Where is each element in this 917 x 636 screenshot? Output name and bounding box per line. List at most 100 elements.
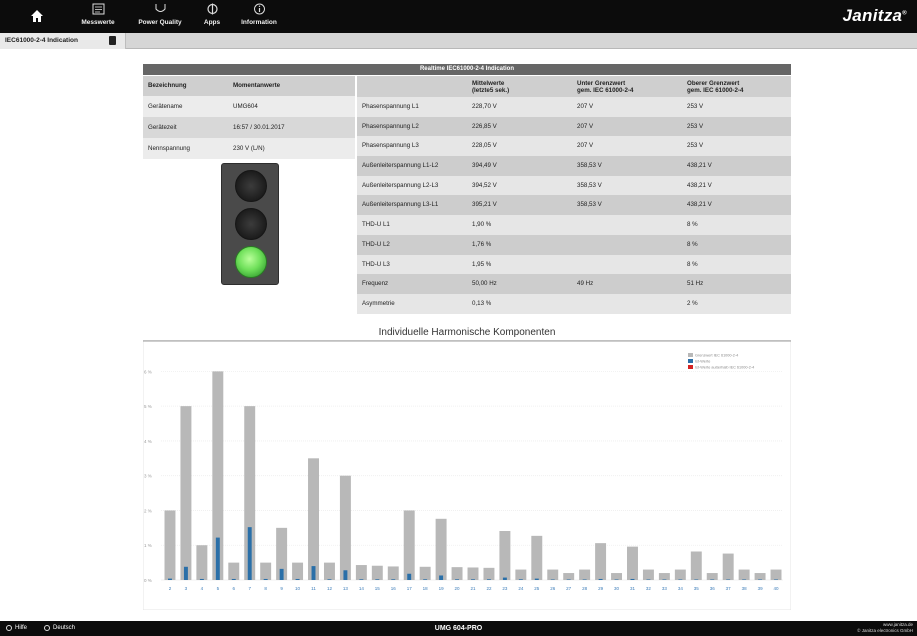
header-mittelwerte: Mittelwerte (letzte5 sek.): [467, 76, 572, 97]
limit-bar: [164, 510, 176, 580]
nav-apps[interactable]: Apps: [197, 3, 227, 31]
measurement-lower-limit: 358,53 V: [577, 181, 602, 189]
header-oberer-line2: gem. IEC 61000-2-4: [687, 87, 744, 94]
limit-bar: [419, 566, 431, 580]
measured-bar: [726, 579, 731, 580]
measured-bar: [247, 527, 252, 580]
measured-bar: [646, 579, 651, 580]
x-tick-label: 16: [391, 586, 397, 591]
header-blank: [357, 76, 467, 97]
traffic-light-indicator: [221, 163, 279, 285]
indication-panel: Realtime IEC61000-2-4 Indication Bezeich…: [143, 64, 791, 314]
measured-bar: [311, 566, 316, 580]
limit-bar: [403, 510, 415, 580]
measurement-row: Phasenspannung L3 228,05 V 207 V 253 V: [357, 136, 791, 157]
measurement-upper-limit: 438,21 V: [687, 162, 712, 170]
traffic-light-yellow-lamp: [235, 208, 267, 240]
x-tick-label: 21: [470, 586, 476, 591]
measured-bar: [327, 579, 332, 580]
legend-swatch: [688, 365, 693, 369]
measured-bar: [439, 575, 444, 580]
nav-information[interactable]: Information: [234, 3, 284, 31]
measurement-lower-limit: [572, 294, 682, 314]
measurement-label: Asymmetrie: [362, 299, 395, 307]
nav-messwerte[interactable]: Messwerte: [73, 3, 123, 31]
nav-power-quality-label: Power Quality: [138, 19, 182, 26]
y-tick-label: 0 %: [144, 578, 152, 583]
measured-bar: [231, 578, 236, 580]
device-icon[interactable]: [109, 36, 116, 45]
limit-bar: [595, 543, 607, 580]
y-tick-label: 3 %: [144, 474, 152, 479]
x-tick-label: 23: [502, 586, 508, 591]
measured-bar: [455, 579, 460, 580]
x-tick-label: 17: [407, 586, 413, 591]
measurement-upper-limit: 253 V: [687, 103, 704, 110]
panel-title: Realtime IEC61000-2-4 Indication: [143, 64, 791, 75]
limit-bar: [387, 566, 399, 580]
x-tick-label: 34: [678, 586, 684, 591]
measurement-label: Phasenspannung L3: [362, 142, 419, 150]
measured-bar: [774, 579, 778, 580]
measurement-label: THD-U L2: [362, 240, 390, 248]
measured-bar: [566, 579, 571, 580]
measurement-mean: 50,00 Hz: [472, 280, 497, 288]
header-unter-grenzwert: Unter Grenzwert gem. IEC 61000-2-4: [572, 76, 682, 97]
measured-bar: [742, 579, 747, 580]
measurement-row: Außenleiterspannung L3-L1 395,21 V 358,53 …: [357, 195, 791, 216]
measurement-upper-limit: 253 V: [687, 122, 704, 130]
measurement-lower-limit: [572, 255, 682, 275]
measurement-mean: 395,21 V: [472, 201, 497, 209]
measurement-row: THD-U L2 1,76 % 8 %: [357, 234, 791, 255]
limit-bar: [674, 569, 686, 580]
measured-bar: [391, 579, 396, 580]
device-info-value: 230 V (L/N): [233, 145, 265, 152]
header-momentanwerte: Momentanwerte: [233, 82, 281, 89]
measurement-mean: 0,13 %: [472, 299, 492, 307]
limit-bar: [658, 573, 670, 580]
device-info-label: Nennspannung: [148, 145, 190, 152]
header-mittelwerte-line1: Mittelwerte: [472, 80, 505, 87]
device-info-row: Gerätename UMG604: [143, 96, 355, 117]
limit-bar: [706, 573, 718, 580]
measured-bar: [582, 579, 587, 580]
measured-bar: [343, 570, 348, 580]
x-tick-label: 27: [566, 586, 572, 591]
nav-power-quality[interactable]: Power Quality: [130, 3, 190, 31]
header-unter-line1: Unter Grenzwert: [577, 80, 626, 87]
brand-text: Janitza: [842, 6, 903, 25]
legend-swatch: [688, 359, 693, 363]
harmonics-chart: 0 %1 %2 %3 %4 %5 %6 %2 3 4 5 6 7 8 9 10 11 12 13 14 1…: [143, 340, 791, 610]
app-root: Messwerte Power Quality Apps Information…: [0, 0, 917, 636]
tab-iec61000-indication[interactable]: IEC61000-2-4 Indication: [0, 33, 126, 49]
measurement-row: Außenleiterspannung L2-L3 394,52 V 358,53 …: [357, 175, 791, 196]
x-tick-label: 29: [598, 586, 604, 591]
measurement-mean: 1,90 %: [472, 221, 492, 229]
device-info-value: 16:57 / 30.01.2017: [233, 124, 285, 131]
traffic-light-red-lamp: [235, 170, 267, 202]
limit-bar: [515, 569, 527, 580]
home-icon[interactable]: [30, 9, 44, 23]
limit-bar: [228, 562, 240, 580]
brand-registered-mark: ®: [902, 10, 907, 17]
measurement-upper-limit: 8 %: [687, 221, 698, 229]
limit-bar: [754, 573, 766, 580]
x-tick-label: 33: [662, 586, 668, 591]
device-info-row: Gerätezeit 16:57 / 30.01.2017: [143, 117, 355, 138]
measured-bar: [199, 578, 204, 580]
x-tick-label: 30: [614, 586, 620, 591]
measurement-mean: 1,76 %: [472, 240, 492, 248]
measurement-row: THD-U L3 1,95 % 8 %: [357, 254, 791, 275]
x-tick-label: 26: [550, 586, 556, 591]
limit-bar: [323, 562, 335, 580]
device-info-row: Nennspannung 230 V (L/N): [143, 138, 355, 159]
nav-messwerte-label: Messwerte: [81, 19, 115, 26]
measurement-header: Mittelwerte (letzte5 sek.) Unter Grenzwer…: [357, 76, 791, 97]
measured-bar: [710, 579, 715, 580]
y-tick-label: 6 %: [144, 369, 152, 374]
apps-icon: [206, 3, 218, 15]
measured-bar: [375, 579, 380, 580]
device-info-label: Gerätename: [148, 103, 183, 110]
legend-label: Ist-Werte außerhalb IEC 61000-2-4: [695, 366, 754, 370]
measurement-mean: 394,49 V: [472, 162, 497, 170]
